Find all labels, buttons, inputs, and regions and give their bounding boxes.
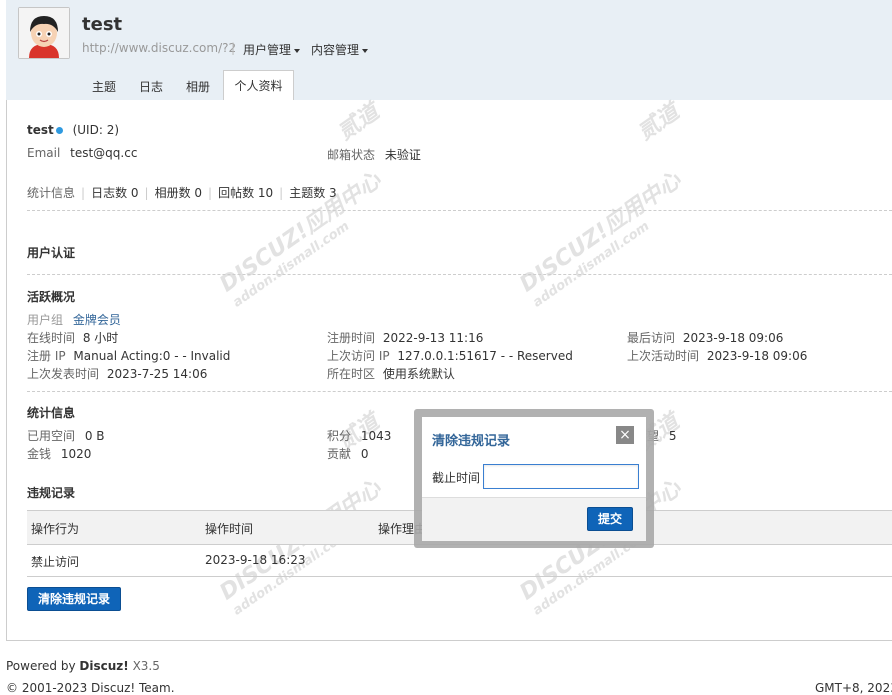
section-user-auth: 用户认证: [27, 246, 76, 260]
profile-name-row: test (UID: 2): [27, 123, 119, 137]
avatar[interactable]: [18, 7, 70, 59]
menu-content-management-label: 内容管理: [311, 43, 360, 57]
email-value: test@qq.cc: [70, 146, 138, 160]
table-row-divider: [27, 576, 892, 577]
column-header-action: 操作行为: [31, 522, 80, 536]
last-post-row: 上次发表时间 2023-7-25 14:06: [27, 365, 207, 382]
section-statistics: 统计信息: [27, 406, 76, 420]
reg-time-row: 注册时间 2022-9-13 11:16: [327, 329, 483, 346]
reg-time-value: 2022-9-13 11:16: [382, 331, 484, 345]
last-active-value: 2023-9-18 09:06: [706, 349, 808, 363]
stat-album-count[interactable]: 相册数 0: [155, 186, 202, 200]
prestige-value: 5: [668, 429, 677, 443]
money-value: 1020: [60, 447, 92, 461]
money-label: 金钱: [27, 447, 52, 461]
space-value: 0 B: [84, 429, 105, 443]
menu-content-management[interactable]: 内容管理: [311, 41, 369, 58]
dropdown-arrow-icon: [294, 48, 301, 53]
dropdown-arrow-icon: [362, 48, 369, 53]
table-cell-time: 2023-9-18 16:23: [205, 553, 306, 567]
space-label: 已用空间: [27, 429, 76, 443]
last-active-row: 上次活动时间 2023-9-18 09:06: [627, 347, 807, 364]
email-status-row: 邮箱状态 未验证: [327, 146, 421, 163]
last-visit-row: 最后访问 2023-9-18 09:06: [627, 329, 783, 346]
section-violations: 违规记录: [27, 486, 76, 500]
last-post-label: 上次发表时间: [27, 367, 100, 381]
last-visit-value: 2023-9-18 09:06: [682, 331, 784, 345]
tab-blog[interactable]: 日志: [139, 78, 163, 95]
last-ip-label: 上次访问 IP: [327, 349, 390, 363]
email-status-label: 邮箱状态: [327, 148, 376, 162]
reg-ip-value: Manual Acting:0 - - Invalid: [73, 349, 231, 363]
stat-reply-count[interactable]: 回帖数 10: [218, 186, 273, 200]
user-group-row: 用户组 金牌会员: [27, 311, 121, 328]
divider: [27, 210, 892, 211]
cutoff-time-label: 截止时间: [432, 471, 481, 485]
last-ip-value: 127.0.0.1:51617 - - Reserved: [397, 349, 573, 363]
credits-value: 1043: [360, 429, 392, 443]
stats-label: 统计信息: [27, 186, 76, 200]
column-header-time: 操作时间: [205, 522, 254, 536]
header-username: test: [82, 14, 123, 35]
discuz-version: X3.5: [132, 659, 160, 673]
powered-by: Powered by Discuz! X3.5: [6, 659, 160, 673]
contribution-value: 0: [360, 447, 369, 461]
credits-label: 积分: [327, 429, 352, 443]
cutoff-time-input[interactable]: [483, 464, 639, 489]
avatar-icon: [19, 8, 69, 58]
email-row: Email test@qq.cc: [27, 146, 137, 160]
stat-thread-count[interactable]: 主题数 3: [289, 186, 336, 200]
profile-uid: (UID: 2): [72, 123, 120, 137]
separator: |: [231, 41, 236, 55]
divider: [27, 391, 892, 392]
stats-row: 统计信息 | 日志数 0 | 相册数 0 | 回帖数 10 | 主题数 3: [27, 186, 337, 200]
reg-time-label: 注册时间: [327, 331, 376, 345]
online-time-value: 8 小时: [82, 331, 119, 345]
last-ip-row: 上次访问 IP 127.0.0.1:51617 - - Reserved: [327, 347, 573, 364]
stat-blog-count[interactable]: 日志数 0: [91, 186, 138, 200]
online-time-row: 在线时间 8 小时: [27, 329, 118, 346]
submit-button[interactable]: 提交: [587, 507, 633, 531]
email-label: Email: [27, 146, 61, 160]
last-active-label: 上次活动时间: [627, 349, 700, 363]
timezone-label: 所在时区: [327, 367, 376, 381]
online-time-label: 在线时间: [27, 331, 76, 345]
copyright: © 2001-2023 Discuz! Team.: [6, 681, 175, 695]
tab-album[interactable]: 相册: [186, 78, 210, 95]
profile-name: test: [27, 123, 54, 137]
email-status-value: 未验证: [384, 148, 421, 162]
credits-row: 积分 1043: [327, 427, 391, 444]
contribution-label: 贡献: [327, 447, 352, 461]
contribution-row: 贡献 0: [327, 445, 368, 462]
money-row: 金钱 1020: [27, 445, 91, 462]
close-icon[interactable]: ×: [616, 426, 634, 444]
powered-by-prefix: Powered by: [6, 659, 76, 673]
clear-violations-button[interactable]: 清除违规记录: [27, 587, 121, 611]
user-space-url[interactable]: http://www.discuz.com/?2: [82, 41, 236, 55]
tab-profile[interactable]: 个人资料: [223, 70, 294, 101]
menu-user-management-label: 用户管理: [243, 43, 292, 57]
reg-ip-label: 注册 IP: [27, 349, 66, 363]
timezone-value: 使用系统默认: [382, 367, 455, 381]
last-visit-label: 最后访问: [627, 331, 676, 345]
timezone-row: 所在时区 使用系统默认: [327, 365, 455, 382]
user-group-label: 用户组: [27, 313, 64, 327]
footer-timezone: GMT+8, 2023-: [815, 681, 892, 695]
tab-threads[interactable]: 主题: [92, 78, 116, 95]
dialog-title: 清除违规记录: [432, 434, 511, 449]
reg-ip-row: 注册 IP Manual Acting:0 - - Invalid: [27, 347, 230, 364]
user-group-link[interactable]: 金牌会员: [73, 313, 121, 327]
online-status-icon: [55, 127, 63, 134]
last-post-value: 2023-7-25 14:06: [106, 367, 208, 381]
section-activity: 活跃概况: [27, 290, 76, 304]
menu-user-management[interactable]: 用户管理: [243, 41, 301, 58]
table-cell-action: 禁止访问: [31, 555, 80, 569]
discuz-link[interactable]: Discuz!: [79, 659, 128, 673]
divider: [27, 274, 892, 275]
space-row: 已用空间 0 B: [27, 427, 105, 444]
